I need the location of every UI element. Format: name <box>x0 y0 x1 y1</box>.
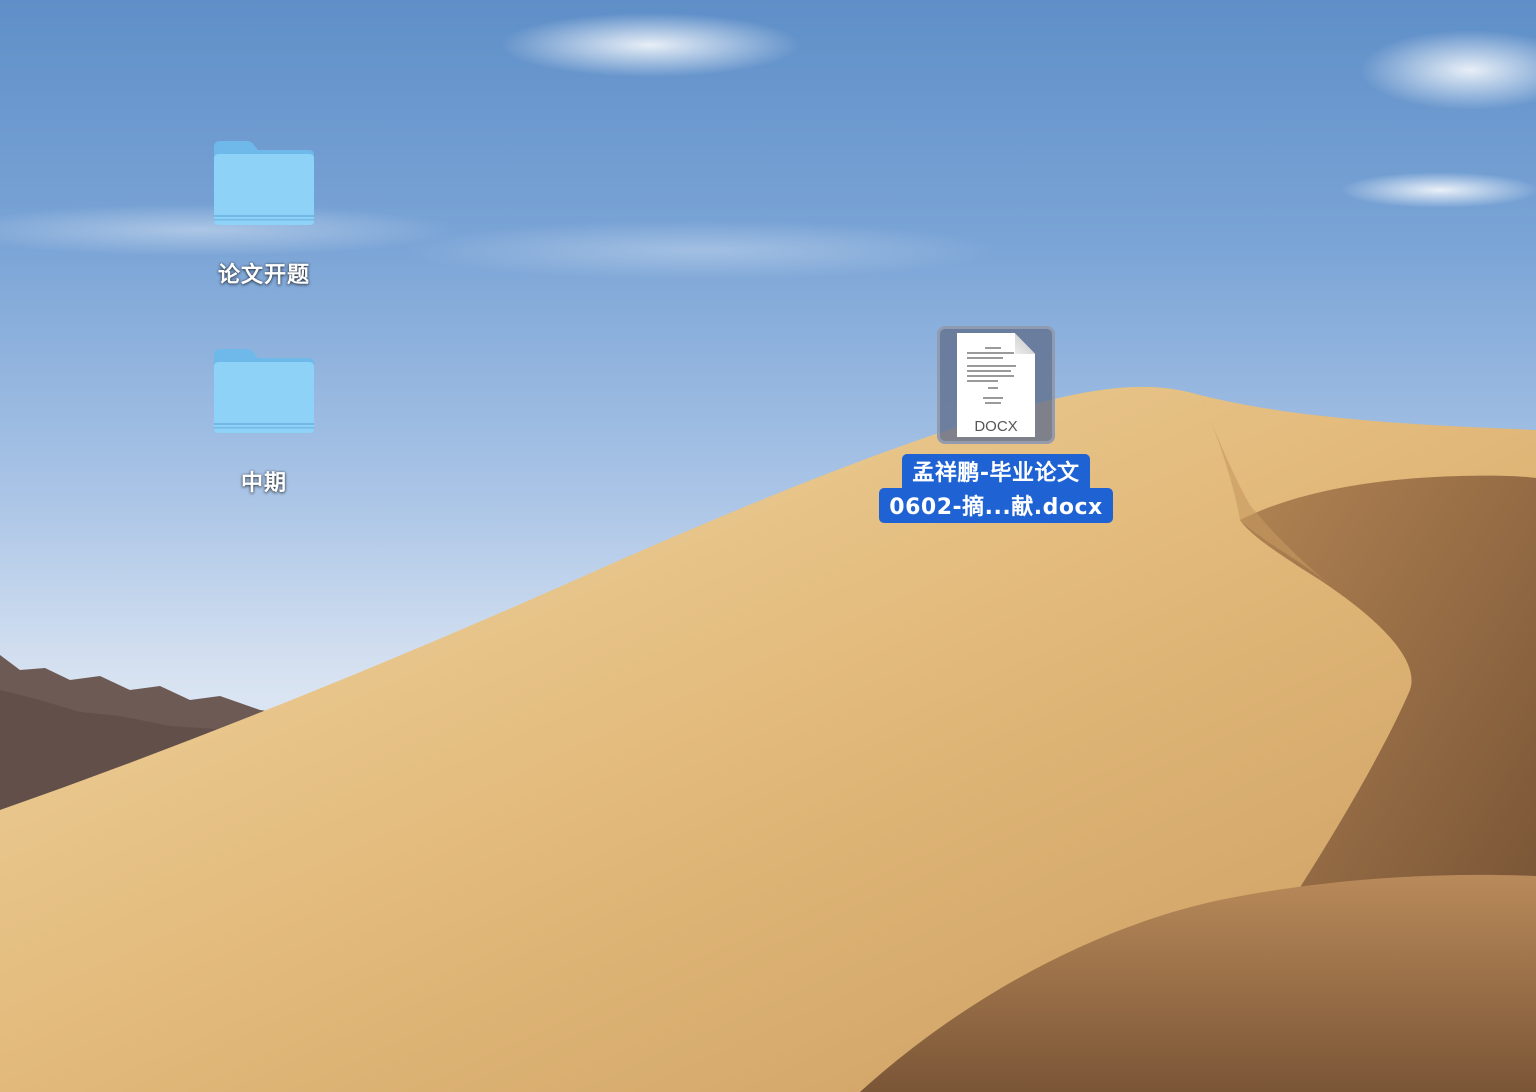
document-label-line1: 孟祥鹏-毕业论文 <box>902 454 1090 489</box>
desktop-document-item[interactable]: DOCX 孟祥鹏-毕业论文 0602-摘...献.docx <box>874 326 1118 523</box>
folder-icon <box>214 141 314 225</box>
folder-icon <box>214 349 314 433</box>
document-label: 孟祥鹏-毕业论文 0602-摘...献.docx <box>879 454 1113 523</box>
document-extension-label: DOCX <box>974 418 1018 435</box>
desktop[interactable]: 论文开题 中期 DOCX 孟祥鹏-毕业论文 0602-摘...献.docx <box>0 0 1536 1092</box>
folder-label: 论文开题 <box>217 263 310 288</box>
folder-label: 中期 <box>240 471 287 496</box>
document-label-line2: 0602-摘...献.docx <box>879 488 1113 523</box>
selection-highlight: DOCX <box>937 326 1055 444</box>
desktop-folder-item[interactable]: 中期 <box>159 345 369 497</box>
document-icon: DOCX <box>957 333 1035 437</box>
desktop-folder-item[interactable]: 论文开题 <box>159 137 369 289</box>
